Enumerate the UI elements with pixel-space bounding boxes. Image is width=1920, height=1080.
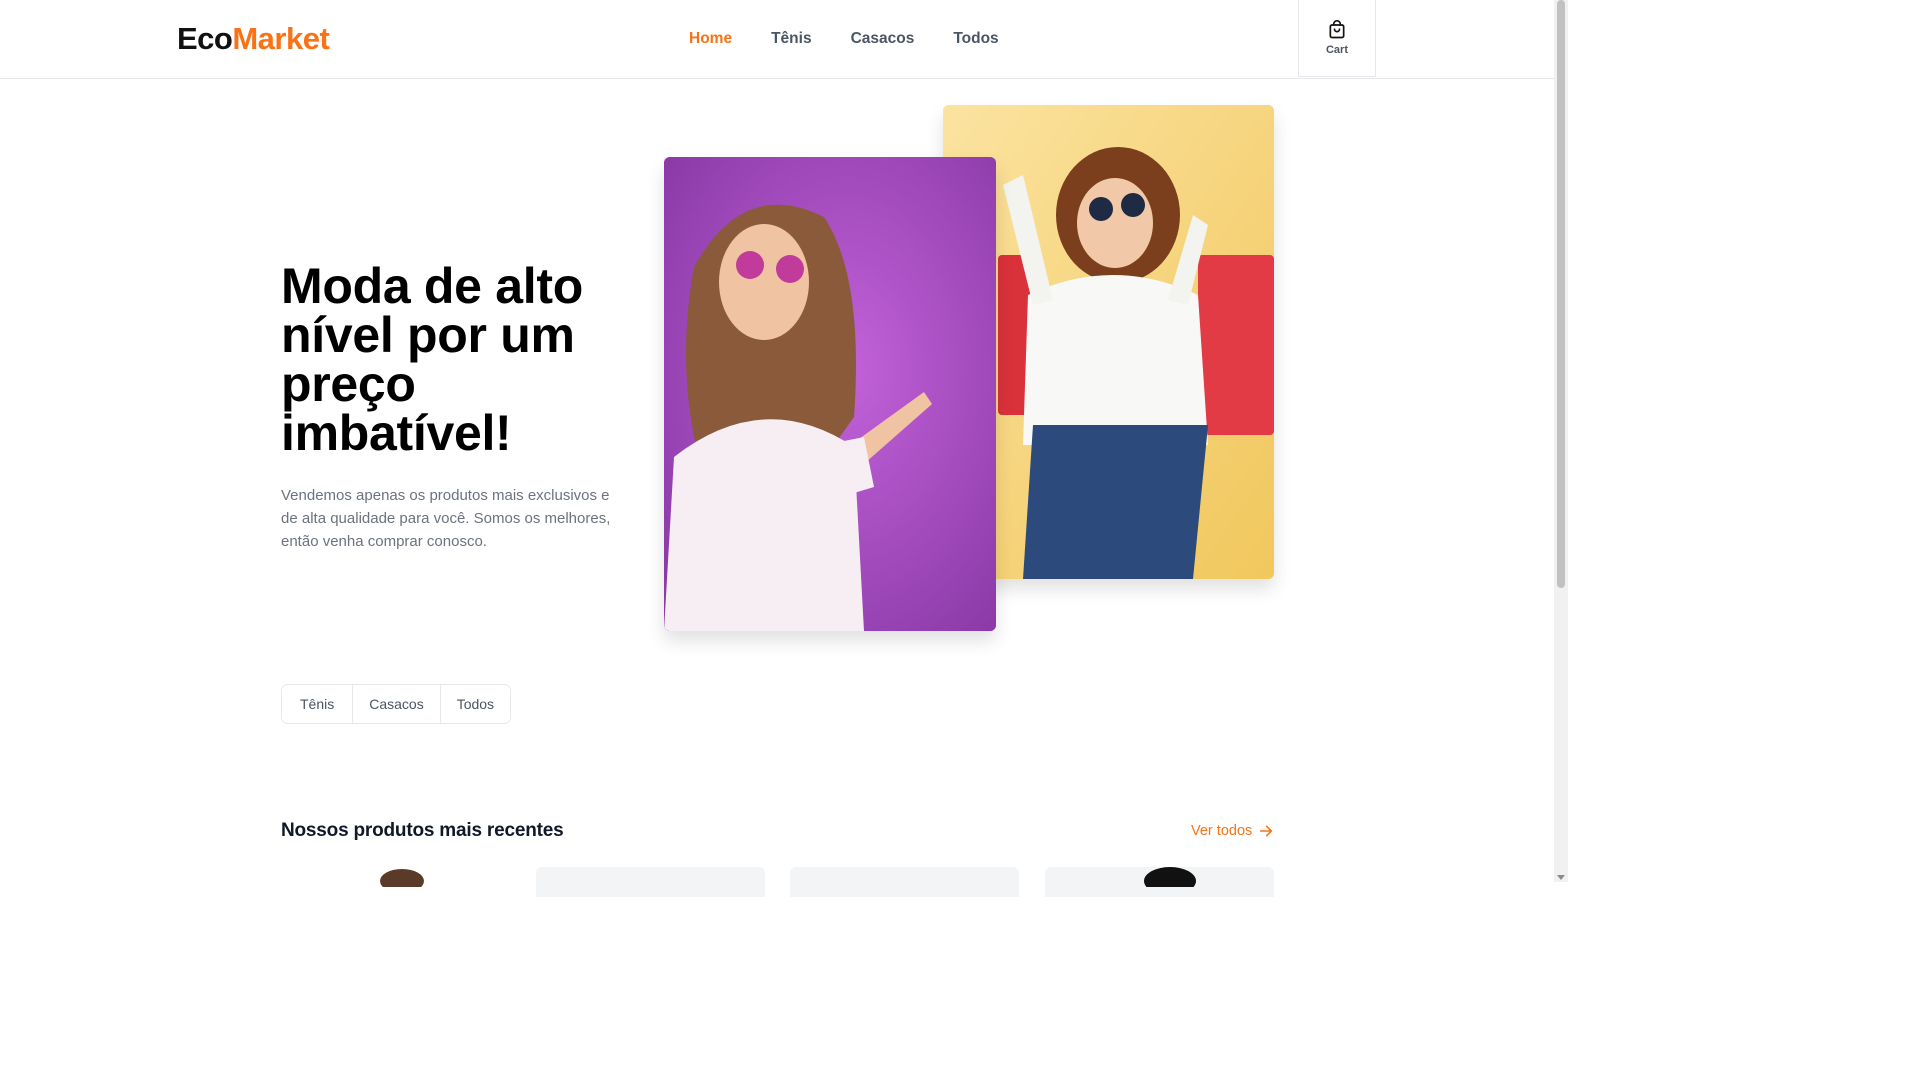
- see-all-link[interactable]: Ver todos: [1191, 823, 1274, 839]
- see-all-label: Ver todos: [1191, 823, 1253, 839]
- product-card[interactable]: [1045, 867, 1274, 897]
- cart-button[interactable]: Cart: [1298, 0, 1376, 77]
- arrow-right-icon: [1260, 825, 1273, 837]
- nav-item-todos[interactable]: Todos: [953, 28, 998, 50]
- page-scrollbar[interactable]: [1554, 0, 1568, 882]
- product-card[interactable]: [790, 867, 1019, 897]
- shopping-bag-icon: [1329, 20, 1345, 39]
- category-button-casacos[interactable]: Casacos: [353, 685, 441, 723]
- product-card[interactable]: [281, 867, 510, 897]
- brand-logo[interactable]: EcoMarket: [177, 20, 330, 58]
- scroll-down-icon[interactable]: [1557, 875, 1565, 880]
- nav-item-tenis[interactable]: Tênis: [771, 28, 811, 50]
- products-section-title: Nossos produtos mais recentes: [281, 820, 564, 841]
- site-header: EcoMarket Home Tênis Casacos Todos Cart: [0, 0, 1554, 79]
- category-button-todos[interactable]: Todos: [440, 685, 511, 723]
- brand-logo-part2: Market: [232, 21, 330, 56]
- product-card[interactable]: [536, 867, 765, 897]
- brand-logo-part1: Eco: [177, 21, 233, 56]
- nav-item-home[interactable]: Home: [689, 28, 732, 50]
- main-nav: Home Tênis Casacos Todos: [689, 28, 1038, 50]
- hero-title: Moda de alto nível por um preço imbatíve…: [281, 258, 583, 461]
- category-button-tenis[interactable]: Tênis: [282, 685, 354, 723]
- nav-item-casacos[interactable]: Casacos: [851, 28, 915, 50]
- cart-label: Cart: [1325, 44, 1348, 56]
- hero-image-pointing-woman: [664, 157, 996, 631]
- category-filter: Tênis Casacos Todos: [281, 684, 512, 724]
- hero-description: Vendemos apenas os produtos mais exclusi…: [281, 487, 611, 550]
- scrollbar-thumb[interactable]: [1557, 0, 1565, 588]
